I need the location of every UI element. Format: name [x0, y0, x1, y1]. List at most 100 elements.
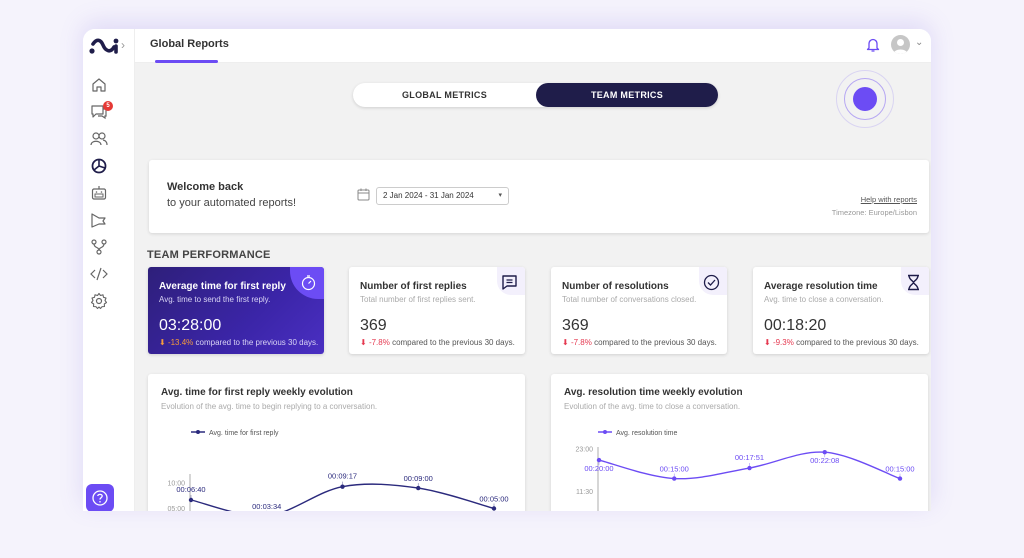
kpi-comparison: ⬇︎ -9.3% compared to the previous 30 day…	[764, 338, 919, 347]
logo-icon[interactable]	[88, 34, 120, 58]
flow-icon	[91, 239, 107, 255]
top-bar: Global Reports ⌄	[135, 29, 931, 63]
arrow-down-icon: ⬇︎	[562, 338, 571, 347]
kpi-change: -7.8%	[570, 338, 592, 347]
kpi-subtitle: Total number of conversations closed.	[562, 295, 697, 304]
data-label: 00:15:00	[885, 465, 914, 474]
stopwatch-icon	[301, 275, 316, 291]
kpi-change: -7.8%	[368, 338, 390, 347]
kpi-title: Average resolution time	[764, 281, 878, 292]
kpi-comparison: ⬇︎ -7.8% compared to the previous 30 day…	[360, 338, 515, 347]
kpi-title: Average time for first reply	[159, 281, 286, 292]
expand-sidebar-icon[interactable]: ›	[121, 38, 125, 52]
kpi-subtitle: Avg. time to close a conversation.	[764, 295, 884, 304]
data-label: 00:22:08	[810, 456, 839, 465]
sidebar-item-settings[interactable]	[90, 292, 108, 310]
metrics-toggle: GLOBAL METRICS TEAM METRICS	[353, 70, 894, 128]
megaphone-icon	[91, 213, 106, 228]
help-icon	[92, 490, 108, 506]
data-label: 00:06:40	[176, 485, 205, 494]
user-icon	[893, 39, 908, 54]
y-tick-label: 05:00	[167, 506, 185, 511]
kpi-comparison: ⬇︎ -13.4% compared to the previous 30 da…	[159, 338, 318, 347]
kpi-subtitle: Avg. time to send the first reply.	[159, 295, 271, 304]
kpi-comparison: ⬇︎ -7.8% compared to the previous 30 day…	[562, 338, 717, 347]
check-circle-icon	[703, 274, 720, 291]
date-range-value: 2 Jan 2024 - 31 Jan 2024	[383, 191, 474, 200]
page-background	[0, 511, 1024, 558]
kpi-title: Number of resolutions	[562, 281, 669, 292]
kpi-card-first-reply-time[interactable]: Average time for first reply Avg. time t…	[148, 267, 324, 354]
message-icon	[502, 275, 517, 290]
code-icon	[90, 267, 108, 281]
chevron-down-icon[interactable]: ⌄	[915, 37, 923, 48]
resolution-line-chart: Avg. resolution time0011:3023:0000:20:00…	[575, 430, 915, 511]
unread-badge: 5	[103, 101, 113, 111]
y-tick-label: 11:30	[576, 489, 593, 496]
highlight-dot	[853, 87, 877, 111]
sidebar: › 5	[83, 29, 135, 511]
first-reply-line-chart: Avg. time for first reply0005:0010:00 20…	[167, 430, 509, 511]
kpi-compare-text: compared to the previous 30 days.	[793, 338, 919, 347]
kpi-value: 00:18:20	[764, 317, 827, 334]
sidebar-item-contacts[interactable]	[90, 130, 108, 148]
avatar[interactable]	[891, 35, 910, 54]
data-label: 00:17:51	[735, 453, 764, 462]
kpi-change: -9.3%	[772, 338, 794, 347]
caret-down-icon: ▾	[498, 192, 502, 199]
kpi-compare-text: compared to the previous 30 days.	[389, 338, 515, 347]
app-window: › 5 Global Reports ⌄ GLOBAL METRICS TEAM…	[83, 29, 931, 511]
tab-global-reports[interactable]: Global Reports	[150, 38, 229, 50]
data-label: 00:09:17	[328, 472, 357, 481]
legend-marker	[196, 430, 200, 434]
section-title: TEAM PERFORMANCE	[147, 249, 271, 261]
data-label: 00:20:00	[584, 464, 613, 473]
arrow-down-icon: ⬇︎	[764, 338, 773, 347]
kpi-card-resolutions[interactable]: Number of resolutions Total number of co…	[551, 267, 727, 354]
bot-icon	[91, 186, 107, 200]
sidebar-item-home[interactable]	[90, 76, 108, 94]
kpi-subtitle: Total number of first replies sent.	[360, 295, 476, 304]
team-metrics-tab[interactable]: TEAM METRICS	[536, 83, 718, 107]
kpi-card-resolution-time[interactable]: Average resolution time Avg. time to clo…	[753, 267, 929, 354]
sidebar-item-campaigns[interactable]	[90, 211, 108, 229]
kpi-change: -13.4%	[167, 338, 194, 347]
global-metrics-tab[interactable]: GLOBAL METRICS	[353, 83, 536, 107]
date-range-select[interactable]: 2 Jan 2024 - 31 Jan 2024 ▾	[376, 187, 509, 205]
kpi-value: 369	[360, 317, 387, 334]
kpi-compare-text: compared to the previous 30 days.	[193, 338, 319, 347]
sidebar-item-bots[interactable]	[90, 184, 108, 202]
hourglass-icon	[908, 274, 919, 291]
kpi-value: 03:28:00	[159, 317, 222, 334]
gear-icon	[90, 292, 108, 310]
timezone-label: Timezone: Europe/Lisbon	[831, 208, 917, 217]
bell-icon[interactable]	[866, 37, 880, 53]
arrow-down-icon: ⬇︎	[159, 338, 168, 347]
kpi-card-first-replies[interactable]: Number of first replies Total number of …	[349, 267, 525, 354]
help-button[interactable]	[86, 484, 114, 511]
sidebar-item-reports[interactable]	[90, 157, 108, 175]
legend-marker	[603, 430, 607, 434]
kpi-title: Number of first replies	[360, 281, 467, 292]
data-label: 00:09:00	[404, 474, 433, 483]
sidebar-item-integrations[interactable]	[90, 238, 108, 256]
help-with-reports-link[interactable]: Help with reports	[861, 195, 917, 204]
legend-label: Avg. time for first reply	[209, 430, 279, 437]
calendar-icon	[357, 188, 370, 201]
chart-card-first-reply: Avg. time for first reply weekly evoluti…	[148, 374, 525, 511]
y-tick-label: 23:00	[575, 447, 593, 454]
welcome-title: Welcome back	[167, 181, 244, 193]
kpi-compare-text: compared to the previous 30 days.	[591, 338, 717, 347]
arrow-down-icon: ⬇︎	[360, 338, 369, 347]
legend-label: Avg. resolution time	[616, 430, 677, 437]
users-icon	[90, 132, 108, 146]
chart-card-resolution: Avg. resolution time weekly evolution Ev…	[551, 374, 928, 511]
welcome-subtitle: to your automated reports!	[167, 197, 297, 209]
pie-chart-icon	[91, 158, 107, 174]
welcome-card: Welcome back to your automated reports! …	[149, 160, 929, 233]
data-label: 00:05:00	[479, 495, 508, 504]
data-label: 00:15:00	[660, 465, 689, 474]
data-label: 00:03:34	[252, 502, 281, 511]
main-content: GLOBAL METRICS TEAM METRICS Welcome back…	[135, 63, 931, 511]
sidebar-item-developers[interactable]	[90, 265, 108, 283]
